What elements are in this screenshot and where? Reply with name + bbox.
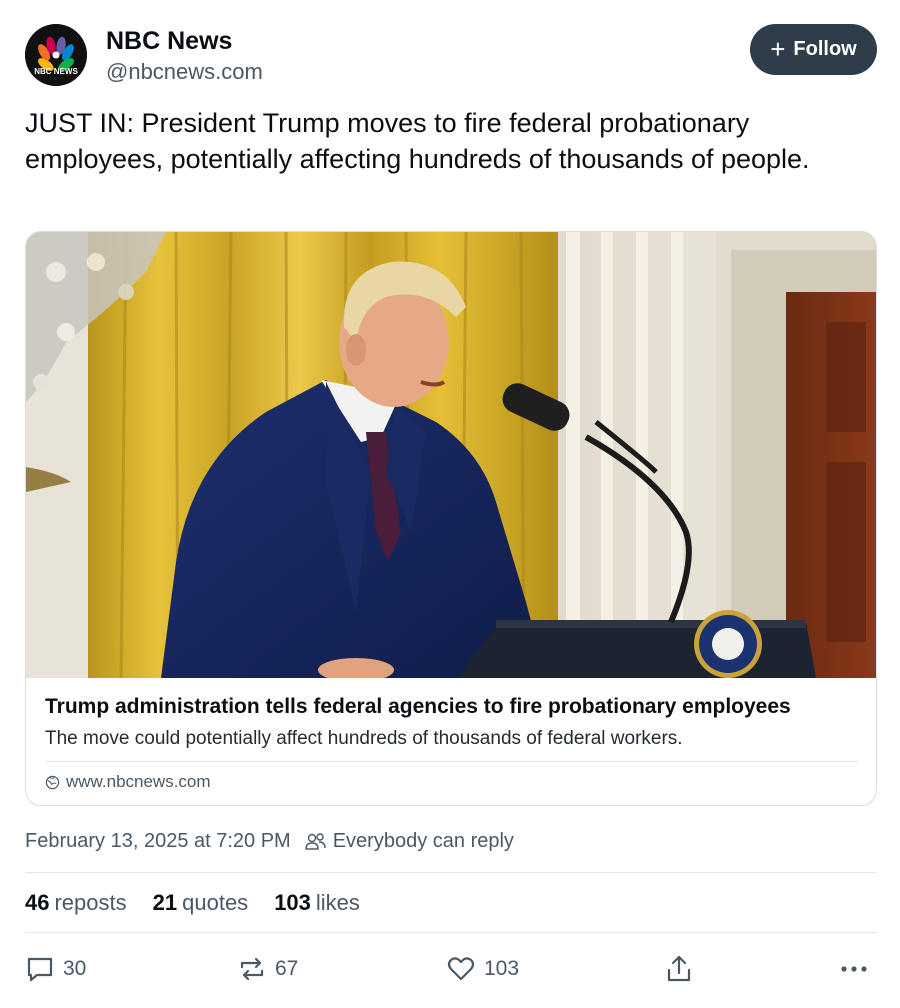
reposts-stat[interactable]: 46 reposts [25,890,127,916]
more-options-button[interactable] [840,953,868,985]
post-meta: February 13, 2025 at 7:20 PM Everybody c… [25,830,514,853]
engagement-stats: 46 reposts 21 quotes 103 likes [25,890,360,916]
divider [25,872,877,873]
link-card-image [26,232,876,678]
like-count: 103 [484,957,520,980]
repost-button[interactable]: 67 [237,953,298,985]
reply-button[interactable]: 30 [25,953,86,985]
post-header: NBC NEWS NBC News @nbcnews.com + Follow [25,24,877,88]
reply-setting-label: Everybody can reply [332,830,514,852]
link-card-title[interactable]: Trump administration tells federal agenc… [45,693,865,721]
heart-icon [447,957,475,981]
quotes-count: 21 [152,890,178,915]
like-button[interactable]: 103 [446,953,519,985]
author-handle[interactable]: @nbcnews.com [106,57,263,87]
globe-icon [45,775,60,789]
ellipsis-icon [841,966,867,972]
follow-button-label: Follow [793,38,857,60]
reply-setting: Everybody can reply [305,830,514,853]
quotes-stat[interactable]: 21 quotes [153,890,249,916]
nbc-peacock-logo: NBC NEWS [25,24,87,86]
svg-text:NBC NEWS: NBC NEWS [34,67,78,76]
link-card[interactable]: Trump administration tells federal agenc… [25,231,877,806]
repost-icon [240,957,264,981]
avatar[interactable]: NBC NEWS [25,24,87,86]
likes-label: likes [315,890,360,915]
share-button[interactable] [665,953,693,985]
plus-icon: + [770,33,786,64]
post-timestamp[interactable]: February 13, 2025 at 7:20 PM [25,830,291,853]
reply-icon [27,957,53,982]
link-card-description: The move could potentially affect hundre… [45,728,683,749]
reply-count: 30 [63,957,87,980]
action-bar: 30 67 103 [25,953,877,985]
likes-stat[interactable]: 103 likes [274,890,360,916]
link-card-domain-text: www.nbcnews.com [66,772,211,791]
quotes-label: quotes [182,890,249,915]
reposts-label: reposts [54,890,127,915]
reposts-count: 46 [25,890,50,915]
people-icon [305,832,326,850]
divider [45,761,858,762]
post-text: JUST IN: President Trump moves to fire f… [25,108,810,174]
share-icon [667,955,691,982]
follow-button[interactable]: + Follow [750,24,877,75]
likes-count: 103 [274,890,311,915]
author-info: NBC News @nbcnews.com [106,26,263,87]
author-name[interactable]: NBC News [106,26,263,56]
link-card-domain: www.nbcnews.com [45,772,211,792]
divider [25,932,877,933]
repost-count: 67 [275,957,299,980]
